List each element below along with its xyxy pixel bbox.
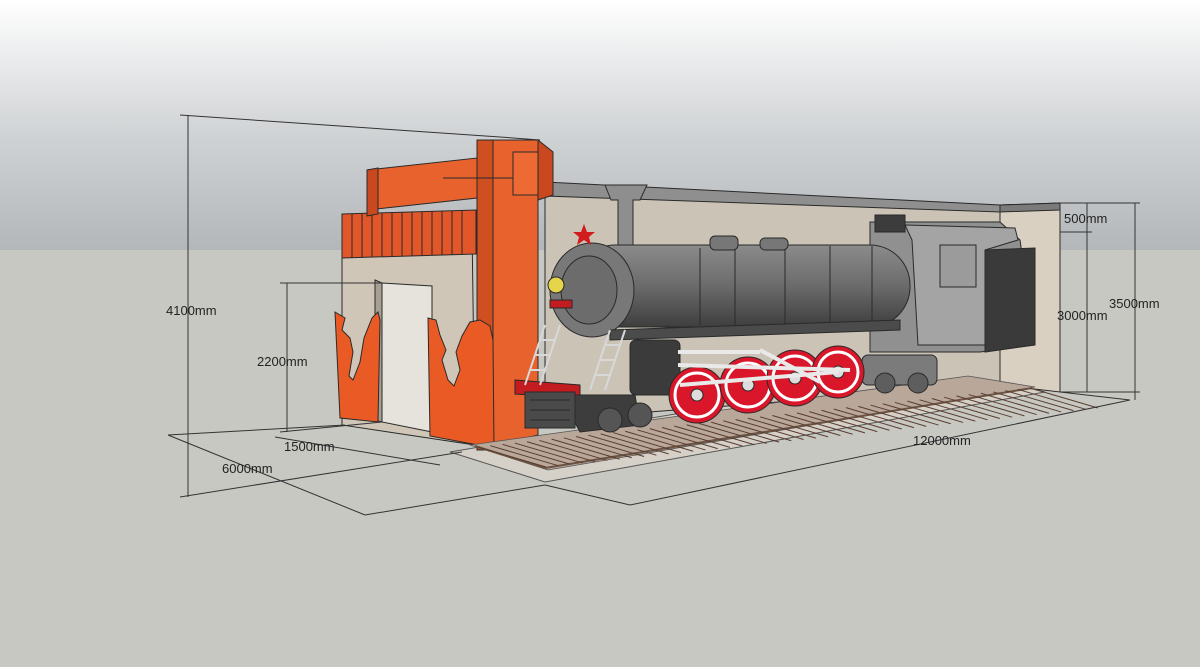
smokebox-door — [560, 255, 618, 325]
model-viewport[interactable]: 4100mm 2200mm 1500mm 6000mm 12000mm 500m… — [0, 0, 1200, 667]
label-length: 12000mm — [913, 433, 971, 448]
right-end-wall-top — [999, 202, 1061, 213]
steam-dome — [709, 235, 739, 251]
rock-panel-right — [427, 317, 495, 449]
label-depth: 6000mm — [222, 461, 273, 476]
wheel-1 — [668, 366, 726, 424]
label-top-band: 500mm — [1064, 211, 1107, 226]
doorway — [381, 282, 433, 433]
label-inner-height: 3000mm — [1057, 308, 1108, 323]
number-plate — [549, 299, 573, 309]
tender-coal-top — [874, 214, 906, 233]
label-back-height: 3500mm — [1109, 296, 1160, 311]
sand-dome — [759, 237, 789, 251]
label-total-height: 4100mm — [166, 303, 217, 318]
cab-window — [939, 244, 977, 288]
label-door-height: 2200mm — [257, 354, 308, 369]
label-door-width: 1500mm — [284, 439, 335, 454]
tender-side — [984, 247, 1036, 353]
headlamp — [547, 276, 565, 294]
roof-slats — [341, 209, 477, 259]
